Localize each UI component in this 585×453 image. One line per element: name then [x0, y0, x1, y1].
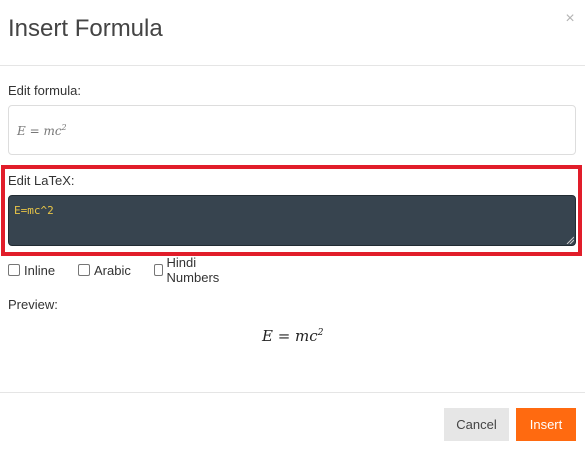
hindi-numbers-label: Hindi Numbers	[166, 255, 220, 285]
hindi-numbers-checkbox[interactable]	[154, 264, 163, 276]
edit-formula-label: Edit formula:	[8, 83, 81, 98]
inline-checkbox[interactable]	[8, 264, 20, 276]
preview-label: Preview:	[8, 297, 58, 312]
dialog-footer: Cancel Insert	[0, 392, 585, 453]
hindi-numbers-option[interactable]: Hindi Numbers	[154, 255, 223, 285]
insert-formula-dialog: Insert Formula × Edit formula: E = mc2 E…	[0, 0, 585, 453]
formula-editor[interactable]: E = mc2	[8, 105, 576, 155]
preview-rendered-formula: E = mc2	[262, 327, 324, 345]
inline-label: Inline	[24, 262, 56, 278]
dialog-title: Insert Formula	[8, 15, 163, 42]
edit-latex-label: Edit LaTeX:	[8, 173, 75, 188]
arabic-option[interactable]: Arabic	[78, 262, 131, 278]
formula-rendered: E = mc2	[17, 123, 67, 138]
resize-grip-icon[interactable]	[566, 236, 574, 244]
dialog-header: Insert Formula ×	[0, 0, 585, 66]
arabic-checkbox[interactable]	[78, 264, 90, 276]
insert-button[interactable]: Insert	[516, 408, 576, 441]
close-icon[interactable]: ×	[562, 11, 578, 27]
arabic-label: Arabic	[94, 262, 131, 278]
inline-option[interactable]: Inline	[8, 262, 55, 278]
cancel-button[interactable]: Cancel	[444, 408, 509, 441]
latex-input[interactable]: E=mc^2	[8, 195, 576, 246]
